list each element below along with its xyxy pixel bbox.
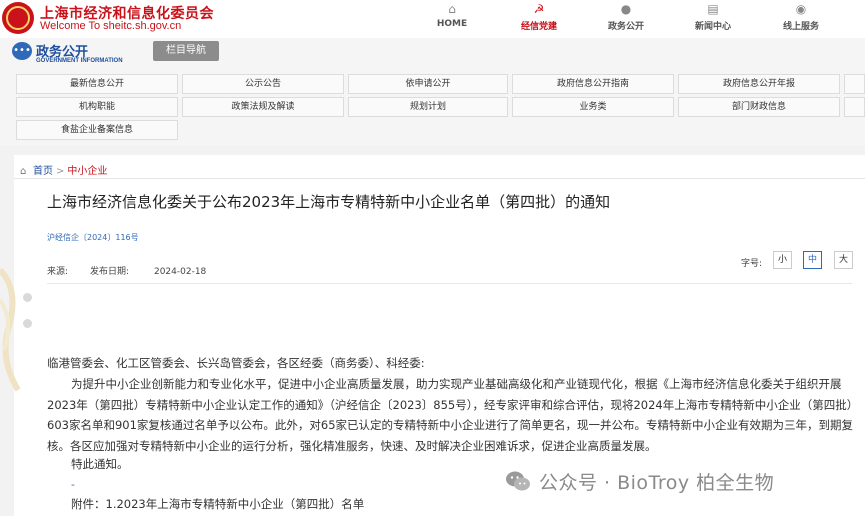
divider [14,178,865,179]
publish-date: 2024-02-18 [153,267,207,277]
font-size-large-button[interactable]: 大 [834,251,853,269]
menu-plans[interactable]: 规划计划 [348,97,508,117]
divider [47,283,852,284]
menu-overflow[interactable] [844,74,865,94]
menu-annual-report[interactable]: 政府信息公开年报 [678,74,840,94]
breadcrumb-home-link[interactable]: 首页 [33,166,53,177]
home-icon: ⌂ [448,2,456,16]
nav-party-building[interactable]: ☭ 经信党建 [504,2,574,32]
font-size-label: 字号: [741,259,763,269]
placeholder-dot-icon [23,319,32,328]
menu-grid: 最新信息公开 公示公告 依申请公开 政府信息公开指南 政府信息公开年报 机构职能… [0,68,865,146]
menu-announcements[interactable]: 公示公告 [182,74,344,94]
menu-functions[interactable]: 机构职能 [16,97,178,117]
watermark-text: 公众号 · BioTroy 柏全生物 [539,471,775,494]
article-meta: 来源: 发布日期: 2024-02-18 [47,264,250,277]
site-name-en: Welcome To sheitc.sh.gov.cn [40,20,182,32]
menu-policies[interactable]: 政策法规及解读 [182,97,344,117]
breadcrumb: ⌂ 首页 > 中小企业 [20,162,107,177]
menu-overflow-2[interactable] [844,97,865,117]
breadcrumb-current[interactable]: 中小企业 [67,166,107,177]
placeholder-dot-icon [23,293,32,302]
home-icon: ⌂ [20,166,27,177]
section-bar: ••• 政务公开 GOVERNMENT INFORMATION 栏目导航 [0,38,865,68]
news-icon: ▤ [707,2,719,16]
section-subtitle: GOVERNMENT INFORMATION [36,58,123,64]
nav-home[interactable]: ⌂ HOME [417,2,487,29]
column-nav-button[interactable]: 栏目导航 [153,41,219,61]
notice-line: 特此通知。 [71,457,129,471]
site-logo[interactable] [2,2,34,34]
attachment-link[interactable]: 附件：1.2023年上海市专精特新中小企业（第四批）名单 [71,496,364,512]
menu-latest-info[interactable]: 最新信息公开 [16,74,178,94]
nav-news[interactable]: ▤ 新闻中心 [678,2,748,32]
site-header: 上海市经济和信息化委员会 Welcome To sheitc.sh.gov.cn… [0,0,865,38]
party-emblem-icon: ☭ [533,2,545,16]
date-label: 发布日期: 2024-02-18 [90,267,207,277]
chat-bubble-icon: ••• [12,42,32,60]
nav-online-service[interactable]: ◉ 线上服务 [766,2,836,32]
breadcrumb-separator: > [56,166,65,177]
font-size-small-button[interactable]: 小 [773,251,792,269]
recipient-line: 临港管委会、化工区管委会、长兴岛管委会，各区经委（商务委）、科经委: [47,356,425,370]
decorative-emblem-icon [0,267,21,392]
watermark: 公众号 · BioTroy 柏全生物 [505,466,774,496]
menu-finance[interactable]: 部门财政信息 [678,97,840,117]
article-title: 上海市经济信息化委关于公布2023年上海市专精特新中小企业名单（第四批）的通知 [47,193,611,211]
source-label: 来源: [47,267,69,277]
menu-on-request[interactable]: 依申请公开 [348,74,508,94]
nav-gov-affairs[interactable]: ● 政务公开 [591,2,661,32]
wechat-icon [506,471,530,491]
menu-salt-filing[interactable]: 食盐企业备案信息 [16,120,178,140]
chat-icon: ● [620,2,632,16]
dash-link[interactable]: - [71,478,75,491]
service-icon: ◉ [795,2,807,16]
menu-guide[interactable]: 政府信息公开指南 [512,74,674,94]
font-size-medium-button[interactable]: 中 [803,251,822,269]
menu-business[interactable]: 业务类 [512,97,674,117]
document-number: 沪经信企〔2024〕116号 [47,233,139,242]
main-paragraph: 为提升中小企业创新能力和专业化水平，促进中小企业高质量发展，助力实现产业基础高级… [47,377,854,453]
